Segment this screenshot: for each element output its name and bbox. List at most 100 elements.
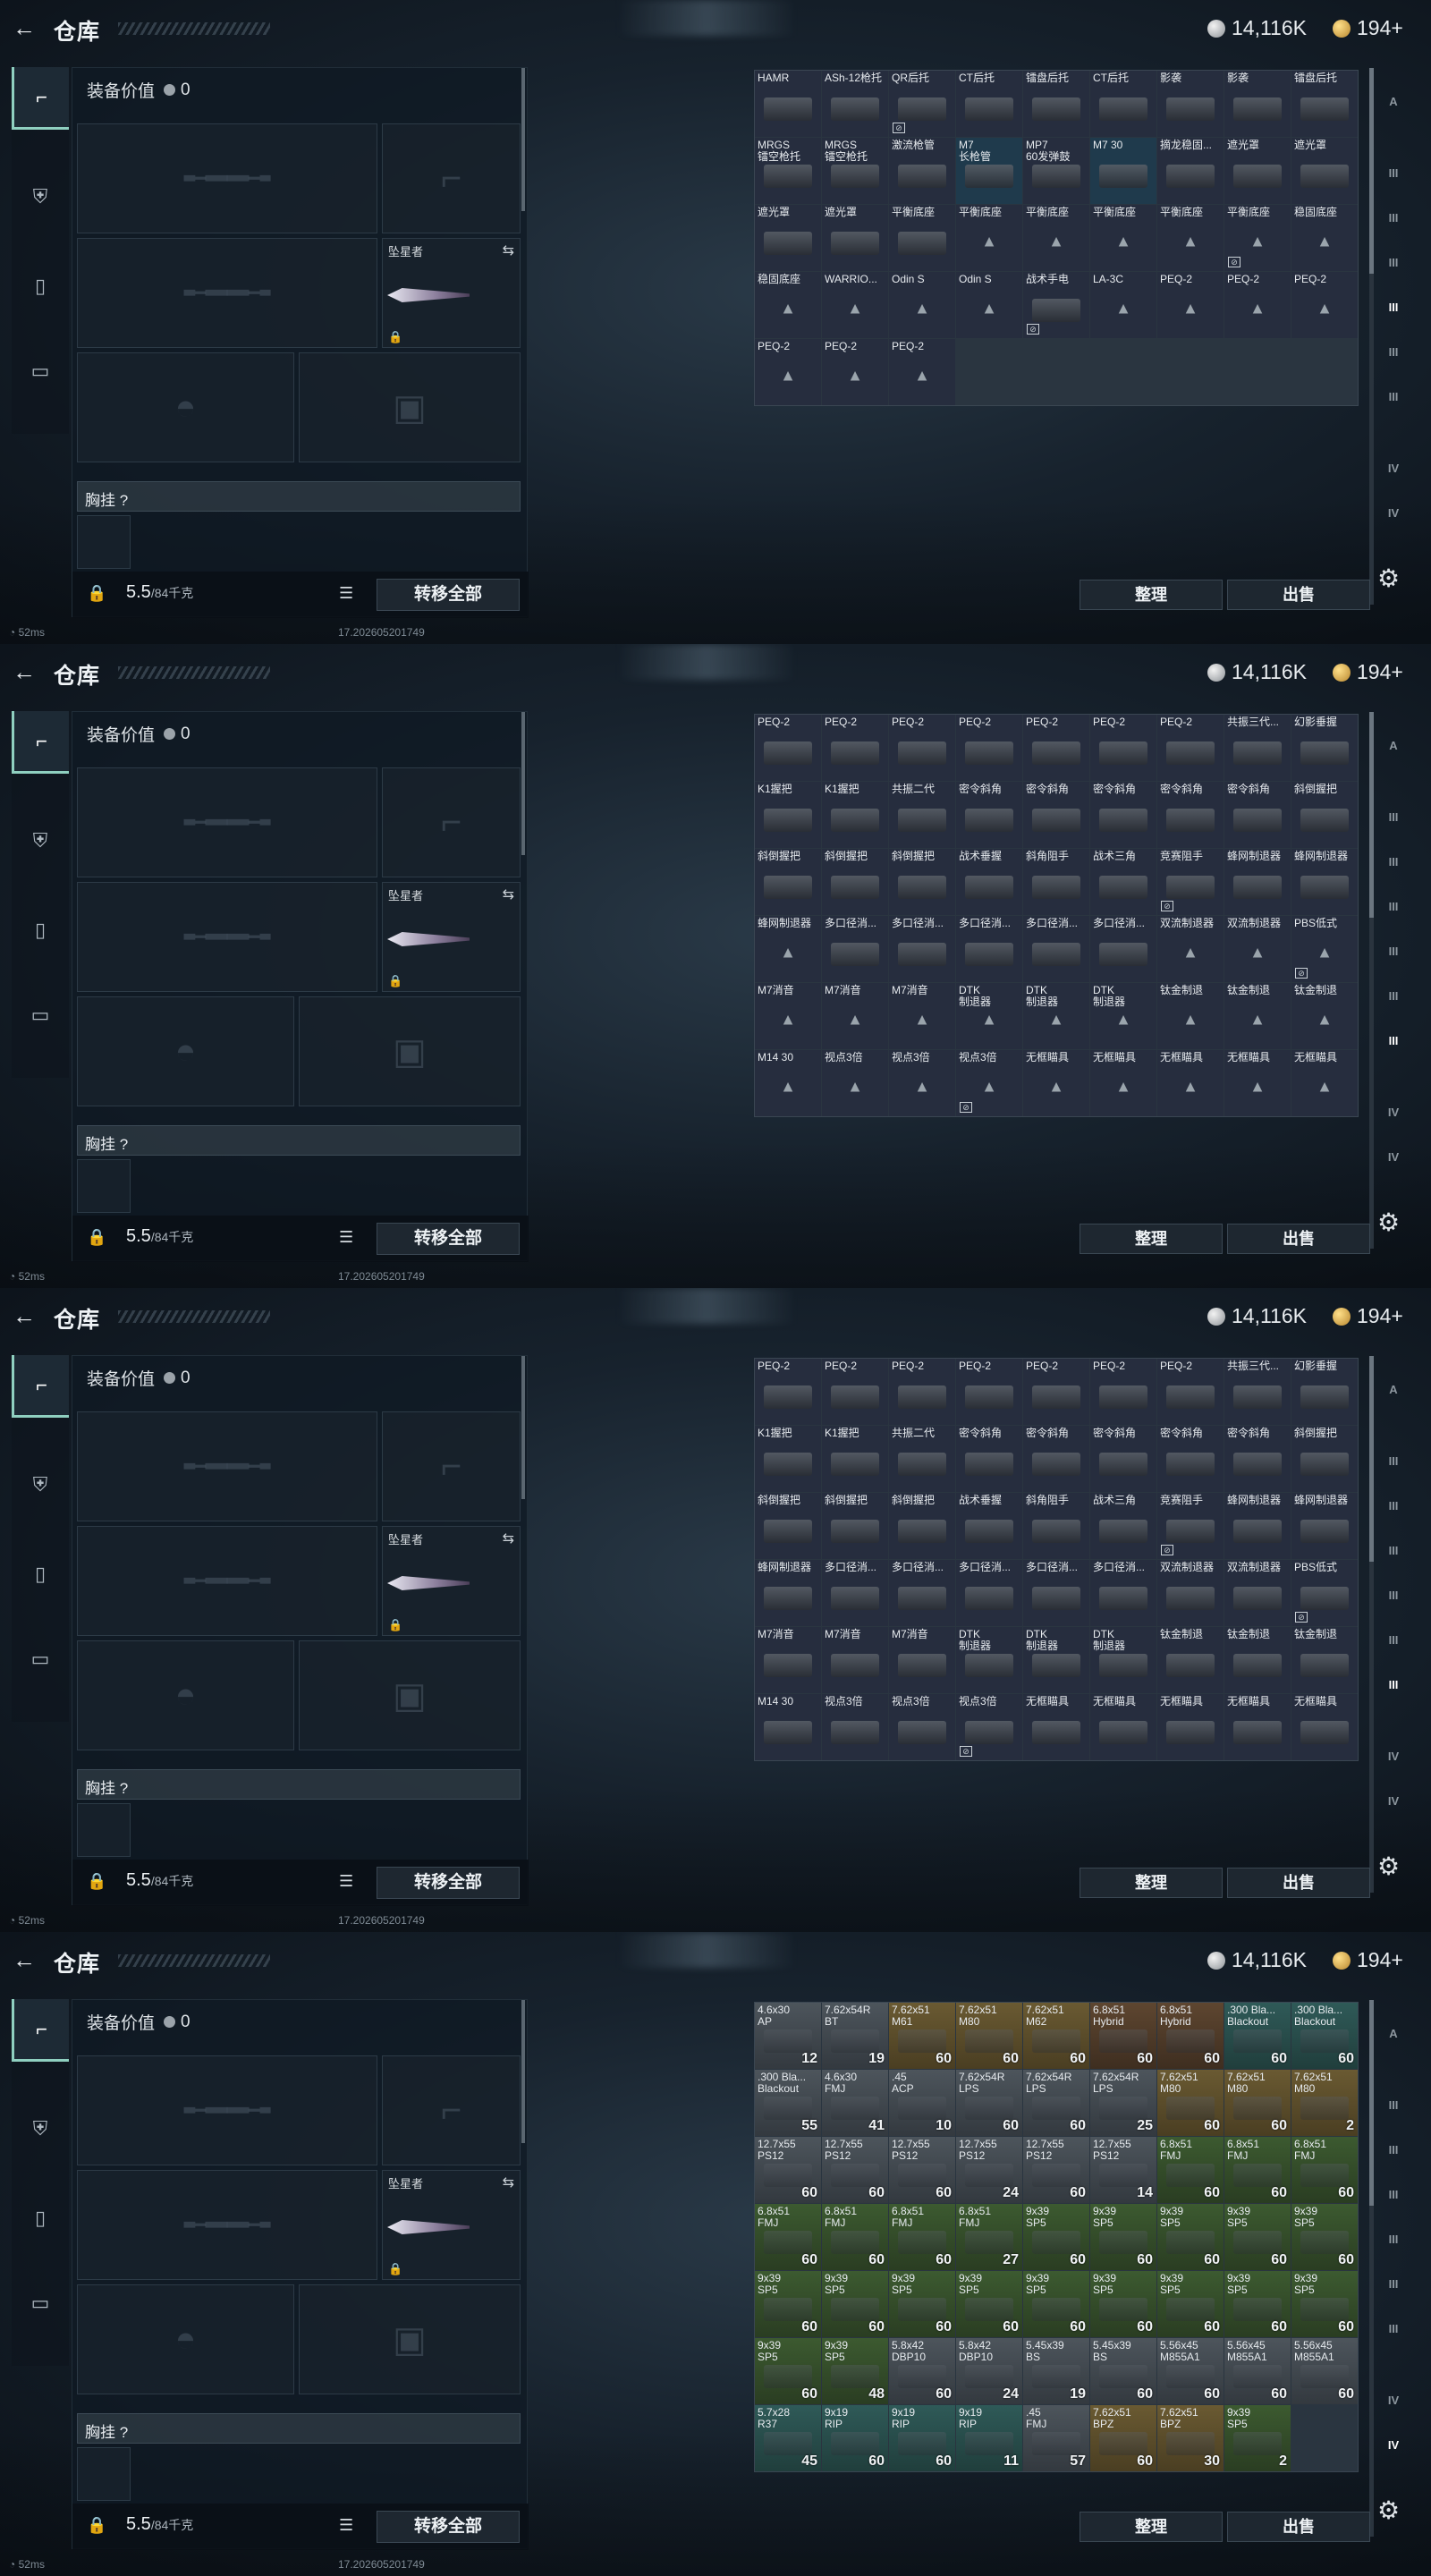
- warehouse-item[interactable]: .300 Bla... Blackout 60: [1224, 2003, 1291, 2069]
- warehouse-item[interactable]: 遮光罩: [755, 205, 821, 271]
- warehouse-tab[interactable]: III: [1376, 2261, 1411, 2306]
- pistol-slot[interactable]: ⌐: [382, 2055, 521, 2165]
- warehouse-item[interactable]: 幻影垂握: [1291, 1359, 1358, 1425]
- warehouse-item[interactable]: 9x19 RIP 11: [956, 2405, 1022, 2471]
- warehouse-tab[interactable]: IV: [1376, 2377, 1411, 2422]
- warehouse-item[interactable]: MRGS 镭空枪托: [822, 138, 888, 204]
- swap-icon[interactable]: ⇆: [503, 886, 514, 903]
- primary-weapon-slot[interactable]: ╾━━╼: [77, 123, 377, 233]
- warehouse-item[interactable]: 7.62x51 BPZ 30: [1157, 2405, 1224, 2471]
- warehouse-item[interactable]: 9x39 SP5 60: [755, 2271, 821, 2337]
- warehouse-item[interactable]: 9x39 SP5 60: [1157, 2204, 1224, 2270]
- melee-slot[interactable]: 坠星者 ⇆ 🔒: [382, 1526, 521, 1636]
- warehouse-item[interactable]: 共振三代...: [1224, 1359, 1291, 1425]
- warehouse-item[interactable]: PEQ-2: [1090, 715, 1156, 781]
- warehouse-scrollbar[interactable]: [1369, 1356, 1374, 1893]
- primary-weapon-slot[interactable]: ╾━━╼: [77, 767, 377, 877]
- warehouse-scrollbar[interactable]: [1369, 712, 1374, 1249]
- primary-weapon-slot[interactable]: ╾━━╼: [77, 1411, 377, 1521]
- warehouse-tab[interactable]: IV: [1376, 1134, 1411, 1179]
- warehouse-item[interactable]: 斜倒握把: [755, 849, 821, 915]
- warehouse-item[interactable]: 稳固底座 ▲: [755, 272, 821, 338]
- swap-icon[interactable]: ⇆: [503, 242, 514, 259]
- warehouse-item[interactable]: 6.8x51 Hybrid 60: [1157, 2003, 1224, 2069]
- warehouse-item[interactable]: 影袭: [1224, 71, 1291, 137]
- warehouse-item[interactable]: .300 Bla... Blackout 55: [755, 2070, 821, 2136]
- warehouse-item[interactable]: 9x19 RIP 60: [822, 2405, 888, 2471]
- warehouse-item[interactable]: 7.62x51 M80 60: [1224, 2070, 1291, 2136]
- warehouse-item[interactable]: 多口径消...: [1023, 916, 1089, 982]
- warehouse-item[interactable]: 7.62x51 M80 60: [1157, 2070, 1224, 2136]
- sell-button[interactable]: 出售: [1227, 1868, 1370, 1898]
- nav-backpack[interactable]: ▯: [12, 1543, 69, 1606]
- primary-weapon-slot[interactable]: ╾━━╼: [77, 2055, 377, 2165]
- chest-rig-header[interactable]: 胸挂 ?: [77, 1125, 521, 1156]
- warehouse-item[interactable]: 钛金制退: [1157, 1627, 1224, 1693]
- warehouse-item[interactable]: PEQ-2: [889, 1359, 955, 1425]
- warehouse-item[interactable]: 镭盘后托: [1023, 71, 1089, 137]
- warehouse-item[interactable]: 6.8x51 FMJ 60: [1224, 2137, 1291, 2203]
- warehouse-item[interactable]: 视点3倍 ▲: [822, 1050, 888, 1116]
- melee-slot[interactable]: 坠星者 ⇆ 🔒: [382, 882, 521, 992]
- warehouse-item[interactable]: 遮光罩: [822, 205, 888, 271]
- warehouse-item[interactable]: K1握把: [822, 782, 888, 848]
- warehouse-item[interactable]: PEQ-2: [1157, 715, 1224, 781]
- warehouse-item[interactable]: 密令斜角: [956, 782, 1022, 848]
- warehouse-item[interactable]: 钛金制退 ▲: [1224, 983, 1291, 1049]
- warehouse-tab[interactable]: III: [1376, 2172, 1411, 2216]
- warehouse-item[interactable]: 双流制退器 ▲: [1157, 916, 1224, 982]
- warehouse-item[interactable]: 12.7x55 PS12 60: [755, 2137, 821, 2203]
- warehouse-item[interactable]: 无框瞄具: [1090, 1694, 1156, 1760]
- warehouse-item[interactable]: PEQ-2 ▲: [1157, 272, 1224, 338]
- warehouse-item[interactable]: 无框瞄具: [1224, 1694, 1291, 1760]
- warehouse-tab[interactable]: IV: [1376, 1778, 1411, 1823]
- warehouse-item[interactable]: 9x39 SP5 60: [1090, 2204, 1156, 2270]
- warehouse-item[interactable]: 5.8x42 DBP10 60: [889, 2338, 955, 2404]
- warehouse-item[interactable]: 5.7x28 R37 45: [755, 2405, 821, 2471]
- nav-backpack[interactable]: ▯: [12, 255, 69, 318]
- warehouse-item[interactable]: HAMR: [755, 71, 821, 137]
- warehouse-item[interactable]: 9x39 SP5 60: [1023, 2271, 1089, 2337]
- warehouse-tab[interactable]: III: [1376, 1572, 1411, 1617]
- equipment-scrollbar[interactable]: [521, 1356, 525, 1499]
- warehouse-item[interactable]: M14 30: [755, 1694, 821, 1760]
- transfer-all-button[interactable]: 转移全部: [377, 1223, 520, 1255]
- chest-rig-slot[interactable]: [77, 515, 131, 569]
- warehouse-item[interactable]: 无框瞄具 ▲: [1224, 1050, 1291, 1116]
- warehouse-item[interactable]: 7.62x51 BPZ 60: [1090, 2405, 1156, 2471]
- gear-icon[interactable]: ⚙: [1377, 2496, 1400, 2525]
- chest-rig-slot[interactable]: [77, 1803, 131, 1857]
- warehouse-item[interactable]: PEQ-2: [1090, 1359, 1156, 1425]
- warehouse-item[interactable]: 7.62x51 M80 2: [1291, 2070, 1358, 2136]
- warehouse-tab[interactable]: III: [1376, 329, 1411, 374]
- warehouse-item[interactable]: DTK 制退器 ▲: [956, 983, 1022, 1049]
- warehouse-item[interactable]: 9x39 SP5 60: [1224, 2204, 1291, 2270]
- warehouse-item[interactable]: PEQ-2 ▲: [1291, 272, 1358, 338]
- warehouse-item[interactable]: M7消音 ▲: [755, 983, 821, 1049]
- warehouse-item[interactable]: CT后托: [956, 71, 1022, 137]
- warehouse-item[interactable]: PEQ-2: [822, 1359, 888, 1425]
- warehouse-item[interactable]: 多口径消...: [956, 916, 1022, 982]
- warehouse-tab[interactable]: III: [1376, 1662, 1411, 1707]
- warehouse-tab[interactable]: III: [1376, 928, 1411, 973]
- warehouse-item[interactable]: 视点3倍 ▲: [889, 1050, 955, 1116]
- pistol-slot[interactable]: ⌐: [382, 123, 521, 233]
- nav-backpack[interactable]: ▯: [12, 899, 69, 962]
- warehouse-item[interactable]: 6.8x51 FMJ 60: [822, 2204, 888, 2270]
- warehouse-item[interactable]: 7.62x51 M61 60: [889, 2003, 955, 2069]
- warehouse-item[interactable]: M7消音: [755, 1627, 821, 1693]
- nav-case[interactable]: ▭: [12, 1628, 69, 1690]
- scroll-thumb[interactable]: [1369, 712, 1374, 918]
- warehouse-item[interactable]: PEQ-2 ▲: [822, 339, 888, 405]
- warehouse-tab[interactable]: III: [1376, 2082, 1411, 2127]
- warehouse-item[interactable]: 9x39 SP5 60: [1090, 2271, 1156, 2337]
- warehouse-item[interactable]: 密令斜角: [1157, 1426, 1224, 1492]
- warehouse-item[interactable]: PEQ-2: [1023, 715, 1089, 781]
- nav-armor[interactable]: ⛨: [12, 165, 69, 228]
- warehouse-tab[interactable]: A: [1376, 1367, 1411, 1411]
- warehouse-tab[interactable]: IV: [1376, 490, 1411, 535]
- warehouse-item[interactable]: 平衡底座 ▲: [1157, 205, 1224, 271]
- warehouse-item[interactable]: 斜角阻手: [1023, 1493, 1089, 1559]
- warehouse-item[interactable]: .45 FMJ 57: [1023, 2405, 1089, 2471]
- swap-icon[interactable]: ⇆: [503, 1530, 514, 1547]
